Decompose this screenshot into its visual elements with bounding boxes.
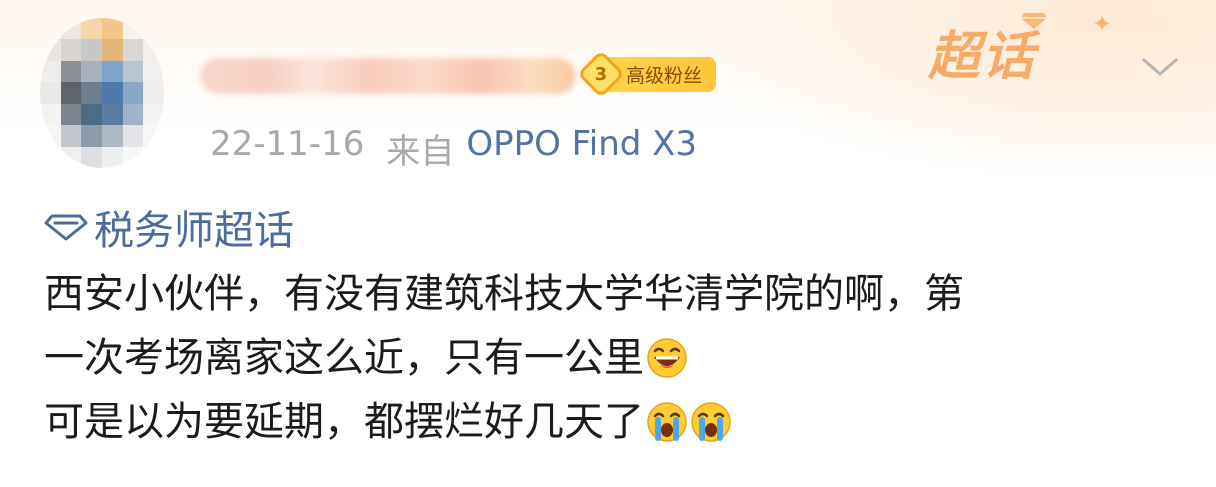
fan-level-label: 高级粉丝 — [606, 56, 717, 92]
post-line: 西安小伙伴，有没有建筑科技大学华清学院的啊，第 — [44, 271, 964, 317]
post-body: 西安小伙伴，有没有建筑科技大学华清学院的啊，第 一次考场离家这么近，只有一公里 … — [44, 262, 1184, 454]
post-line: 一次考场离家这么近，只有一公里 — [44, 326, 1184, 390]
post-date: 22-11-16 — [210, 124, 365, 164]
username-redacted[interactable] — [200, 58, 576, 94]
topic-link[interactable]: 税务师超话 — [44, 198, 294, 256]
crying-emoji-icon — [647, 402, 687, 442]
post-line: 可是以为要延期，都摆烂好几天了 — [44, 390, 1184, 454]
post-device[interactable]: OPPO Find X3 — [466, 124, 697, 173]
crying-emoji-icon — [691, 402, 731, 442]
laughing-tears-emoji-icon — [647, 338, 687, 378]
post-meta: 22-11-16 来自 OPPO Find X3 — [210, 124, 697, 173]
diamond-icon — [1021, 13, 1047, 29]
diamond-icon — [44, 214, 88, 241]
avatar[interactable] — [40, 18, 164, 168]
topic-name: 税务师超话 — [94, 208, 294, 254]
post-source-label: 来自 — [386, 132, 455, 172]
sparkle-icon: ✦ — [1092, 10, 1113, 38]
fan-level-badge[interactable]: 3 高级粉丝 — [576, 49, 717, 99]
chevron-down-icon[interactable] — [1140, 52, 1180, 80]
